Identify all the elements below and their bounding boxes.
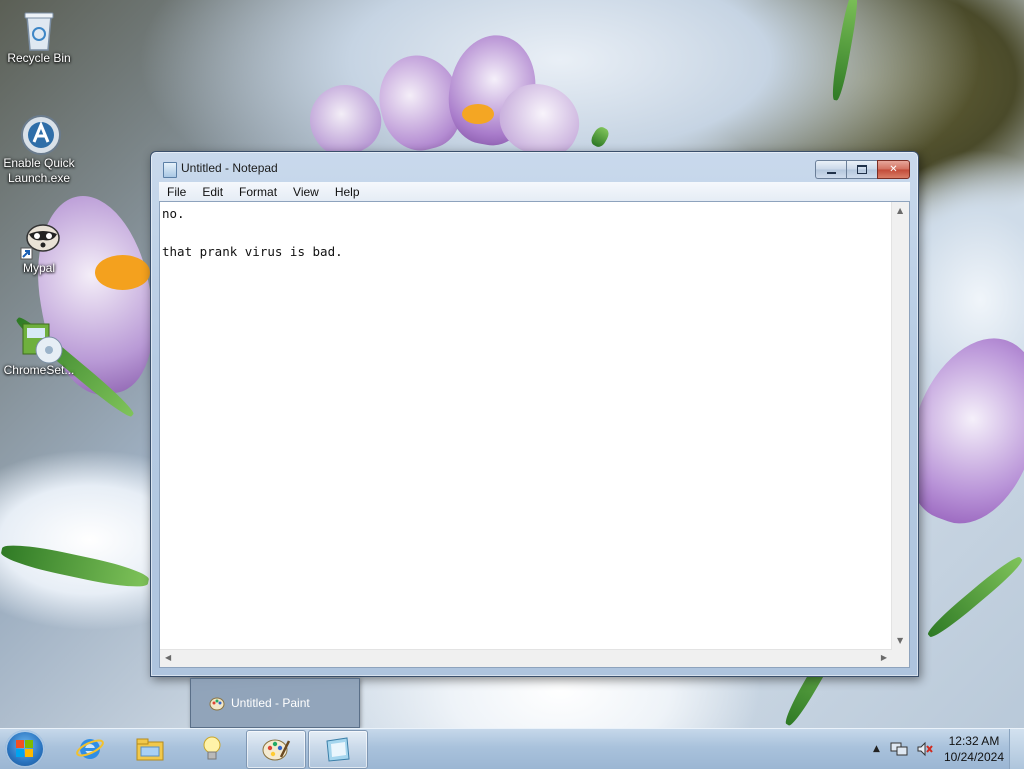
close-icon: ✕ bbox=[889, 164, 898, 175]
menu-file[interactable]: File bbox=[159, 185, 194, 199]
menu-bar: File Edit Format View Help bbox=[159, 182, 910, 201]
menu-view[interactable]: View bbox=[285, 185, 327, 199]
paint-icon bbox=[209, 695, 225, 711]
desktop-icon-chrome-setup[interactable]: ChromeSet... bbox=[0, 320, 78, 378]
quick-launch-icon bbox=[19, 113, 61, 155]
text-editor[interactable]: no. that prank virus is bad. ▲ ▼ ◀ ▶ bbox=[159, 201, 910, 668]
scroll-up-icon[interactable]: ▲ bbox=[897, 207, 903, 215]
desktop-icon-label: Enable Quick Launch.exe bbox=[3, 156, 75, 185]
clock-time: 12:32 AM bbox=[948, 734, 1000, 748]
windows-logo-icon bbox=[16, 740, 34, 758]
lightbulb-icon bbox=[203, 736, 221, 760]
desktop-icon-quick-launch[interactable]: Enable Quick Launch.exe bbox=[0, 113, 78, 186]
restore-icon bbox=[857, 165, 867, 174]
taskbar-paint[interactable] bbox=[246, 730, 306, 769]
desktop-icon-recycle-bin[interactable]: Recycle Bin bbox=[0, 8, 78, 66]
scroll-down-icon[interactable]: ▼ bbox=[897, 637, 903, 645]
vertical-scrollbar[interactable]: ▲ ▼ bbox=[891, 202, 909, 650]
grass-leaf bbox=[0, 539, 151, 593]
menu-edit[interactable]: Edit bbox=[194, 185, 231, 199]
window-title: Untitled - Notepad bbox=[181, 161, 278, 175]
maximize-button[interactable] bbox=[846, 160, 877, 179]
recycle-bin-icon bbox=[19, 8, 59, 51]
taskbar: ▲ 12:32 AM 10/24/2024 bbox=[0, 728, 1024, 769]
taskbar-lightbulb-app[interactable] bbox=[183, 730, 241, 767]
crocus-stamen bbox=[462, 104, 494, 124]
title-bar[interactable]: Untitled - Notepad ✕ bbox=[151, 152, 918, 182]
editor-text[interactable]: no. that prank virus is bad. bbox=[162, 204, 889, 647]
internet-explorer-icon bbox=[76, 739, 104, 759]
notepad-icon bbox=[163, 162, 177, 178]
minimize-button[interactable] bbox=[815, 160, 846, 179]
menu-format[interactable]: Format bbox=[231, 185, 285, 199]
minimize-icon bbox=[826, 171, 836, 174]
grass-leaf bbox=[829, 0, 861, 102]
show-desktop-button[interactable] bbox=[1009, 729, 1024, 769]
horizontal-scrollbar[interactable]: ◀ ▶ bbox=[160, 649, 892, 667]
windows-explorer-icon bbox=[136, 738, 164, 761]
volume-muted-icon[interactable] bbox=[916, 741, 934, 757]
size-grip[interactable] bbox=[892, 650, 909, 667]
show-hidden-icons-icon[interactable]: ▲ bbox=[873, 744, 880, 754]
system-tray: ▲ 12:32 AM 10/24/2024 bbox=[873, 729, 1004, 769]
close-button[interactable]: ✕ bbox=[877, 160, 910, 179]
taskbar-internet-explorer[interactable] bbox=[61, 730, 119, 767]
popup-label: Untitled - Paint bbox=[231, 696, 310, 710]
desktop-icon-label: Recycle Bin bbox=[7, 51, 71, 65]
grass-leaf bbox=[924, 553, 1024, 641]
notepad-window[interactable]: Untitled - Notepad ✕ File Edit Format Vi… bbox=[150, 151, 919, 677]
network-icon[interactable] bbox=[890, 741, 908, 757]
desktop-icon-mypal[interactable]: Mypal bbox=[0, 218, 78, 276]
menu-help[interactable]: Help bbox=[327, 185, 368, 199]
scroll-right-icon[interactable]: ▶ bbox=[881, 654, 887, 662]
clock[interactable]: 12:32 AM 10/24/2024 bbox=[944, 733, 1004, 765]
taskbar-notepad[interactable] bbox=[308, 730, 368, 769]
crocus-stamen bbox=[95, 255, 150, 290]
chrome-setup-icon bbox=[19, 320, 63, 364]
grass-leaf bbox=[588, 124, 612, 150]
paint-icon bbox=[262, 739, 291, 761]
start-button[interactable] bbox=[5, 730, 45, 768]
caption-buttons: ✕ bbox=[815, 160, 910, 179]
scroll-left-icon[interactable]: ◀ bbox=[165, 654, 171, 662]
notepad-icon bbox=[326, 737, 350, 762]
mypal-raccoon-icon bbox=[19, 218, 60, 260]
taskbar-thumbnail-popup[interactable]: Untitled - Paint bbox=[190, 678, 360, 728]
taskbar-windows-explorer[interactable] bbox=[121, 730, 179, 767]
clock-date: 10/24/2024 bbox=[943, 750, 1004, 764]
desktop-icon-label: Mypal bbox=[22, 261, 55, 275]
